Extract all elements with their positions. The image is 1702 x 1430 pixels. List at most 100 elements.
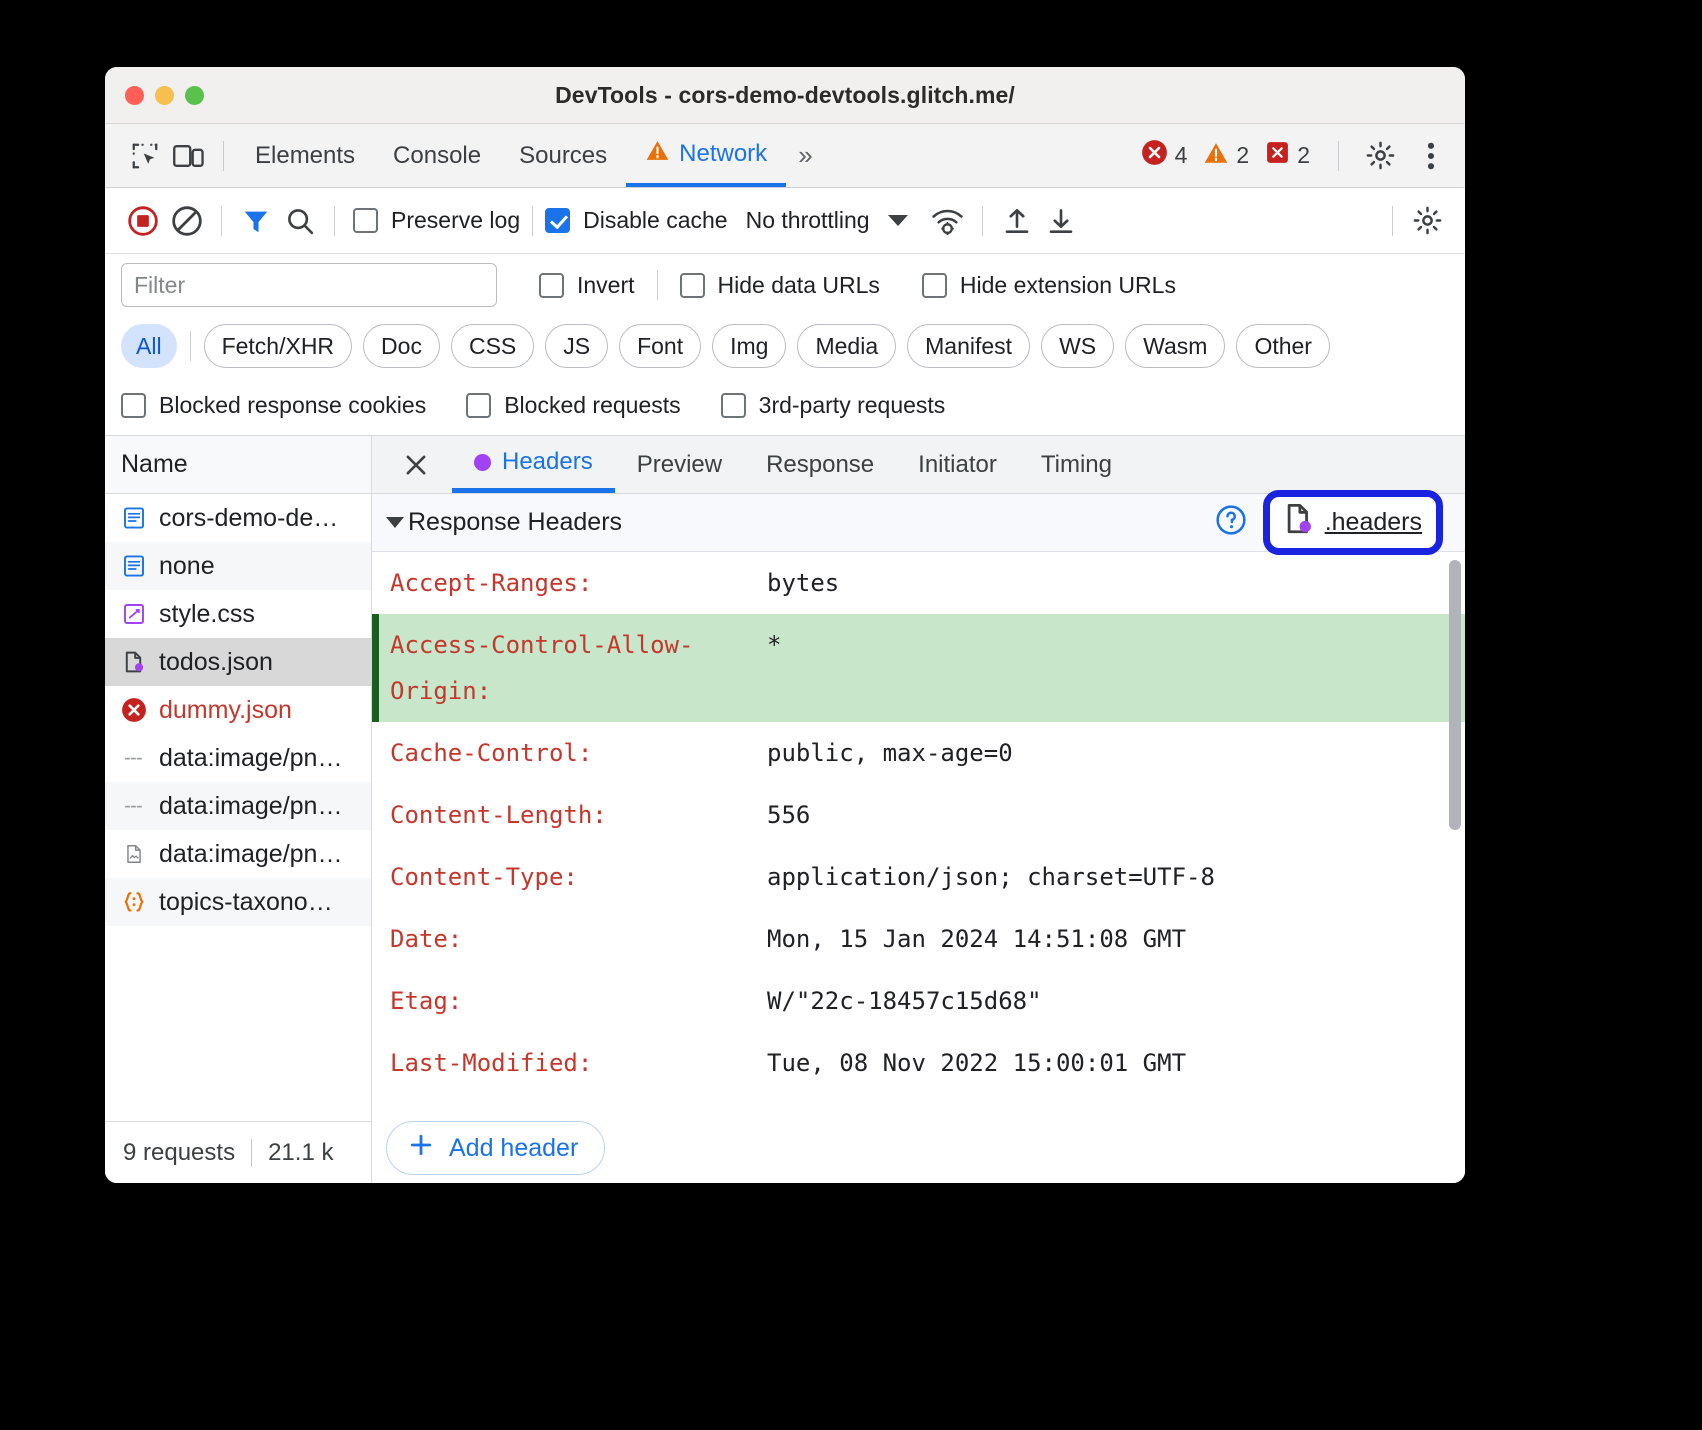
help-circle-icon[interactable] — [1215, 504, 1247, 541]
table-row[interactable]: Date: Mon, 15 Jan 2024 14:51:08 GMT — [372, 908, 1465, 970]
disable-cache-checkbox[interactable]: Disable cache — [545, 207, 727, 234]
tab-timing[interactable]: Timing — [1019, 436, 1134, 493]
header-value[interactable]: Mon, 15 Jan 2024 14:51:08 GMT — [767, 916, 1465, 962]
tab-headers[interactable]: Headers — [452, 436, 615, 493]
third-party-requests-checkbox[interactable]: 3rd-party requests — [721, 392, 946, 419]
headers-override-file-button[interactable]: .headers — [1263, 490, 1443, 555]
tab-sources-label: Sources — [519, 142, 607, 170]
warning-counter[interactable]: 2 — [1203, 141, 1249, 171]
type-filter-img[interactable]: Img — [712, 324, 786, 368]
minimize-window-button[interactable] — [155, 86, 174, 105]
tab-response[interactable]: Response — [744, 436, 896, 493]
tab-console[interactable]: Console — [374, 124, 500, 187]
list-item-label: cors-demo-de… — [159, 504, 338, 533]
issue-counter[interactable]: 2 — [1265, 140, 1310, 171]
header-value[interactable]: bytes — [767, 560, 1465, 606]
toolbar-divider — [334, 206, 335, 236]
list-item[interactable]: data:image/pn… — [105, 782, 371, 830]
hide-extension-urls-checkbox[interactable]: Hide extension URLs — [922, 272, 1176, 299]
header-value[interactable]: W/"22c-18457c15d68" — [767, 978, 1465, 1024]
filter-funnel-icon[interactable] — [234, 199, 278, 243]
chevron-down-icon[interactable] — [888, 215, 908, 226]
response-headers-title-group[interactable]: Response Headers — [386, 508, 622, 537]
tab-sources[interactable]: Sources — [500, 124, 626, 187]
header-name: Etag: — [372, 978, 767, 1024]
type-filter-doc[interactable]: Doc — [363, 324, 440, 368]
invert-label: Invert — [577, 272, 635, 299]
close-icon[interactable] — [394, 443, 438, 487]
blocked-response-cookies-checkbox[interactable]: Blocked response cookies — [121, 392, 426, 419]
header-value[interactable]: * — [767, 622, 1465, 668]
filter-row: Invert Hide data URLs Hide extension URL… — [105, 254, 1465, 316]
table-row[interactable]: Accept-Ranges: bytes — [372, 552, 1465, 614]
more-tabs-button[interactable]: » — [786, 140, 821, 171]
error-counter[interactable]: 4 — [1141, 139, 1188, 172]
table-row[interactable]: Content-Type: application/json; charset=… — [372, 846, 1465, 908]
tab-preview[interactable]: Preview — [615, 436, 744, 493]
error-circle-icon — [1141, 139, 1168, 172]
preserve-log-checkbox[interactable]: Preserve log — [353, 207, 520, 234]
throttling-select[interactable]: No throttling — [746, 207, 870, 234]
hide-extension-urls-label: Hide extension URLs — [960, 272, 1176, 299]
list-item[interactable]: style.css — [105, 590, 371, 638]
list-item-label: topics-taxono… — [159, 888, 333, 917]
type-filter-media[interactable]: Media — [797, 324, 896, 368]
table-row[interactable]: Etag: W/"22c-18457c15d68" — [372, 970, 1465, 1032]
table-row[interactable]: Cache-Control: public, max-age=0 — [372, 722, 1465, 784]
type-filter-all[interactable]: All — [121, 324, 177, 368]
clear-icon[interactable] — [165, 199, 209, 243]
download-har-icon[interactable] — [1039, 199, 1083, 243]
blocked-filters-row: Blocked response cookies Blocked request… — [105, 376, 1465, 436]
kebab-menu-icon[interactable] — [1409, 134, 1453, 178]
type-filter-ws[interactable]: WS — [1041, 324, 1114, 368]
type-filter-font[interactable]: Font — [619, 324, 701, 368]
gear-icon[interactable] — [1358, 134, 1402, 178]
list-item[interactable]: topics-taxono… — [105, 878, 371, 926]
list-item[interactable]: none — [105, 542, 371, 590]
header-value[interactable]: Express — [767, 1102, 1465, 1113]
list-item[interactable]: cors-demo-de… — [105, 494, 371, 542]
type-filter-other[interactable]: Other — [1236, 324, 1330, 368]
gear-icon[interactable] — [1405, 199, 1449, 243]
wifi-settings-icon[interactable] — [926, 199, 970, 243]
list-item-label: style.css — [159, 600, 255, 629]
table-row[interactable]: Access-Control-Allow-Origin: * — [372, 614, 1465, 722]
device-toolbar-icon[interactable] — [167, 134, 211, 178]
tab-elements[interactable]: Elements — [236, 124, 374, 187]
table-row[interactable]: Last-Modified: Tue, 08 Nov 2022 15:00:01… — [372, 1032, 1465, 1094]
header-value[interactable]: 556 — [767, 792, 1465, 838]
header-value[interactable]: public, max-age=0 — [767, 730, 1465, 776]
search-icon[interactable] — [278, 199, 322, 243]
filter-input[interactable] — [121, 263, 497, 307]
record-stop-icon[interactable] — [121, 199, 165, 243]
hide-data-urls-checkbox[interactable]: Hide data URLs — [680, 272, 880, 299]
list-item[interactable]: todos.json — [105, 638, 371, 686]
add-header-button[interactable]: Add header — [386, 1121, 605, 1175]
table-row[interactable]: Content-Length: 556 — [372, 784, 1465, 846]
vertical-scrollbar[interactable] — [1449, 560, 1461, 830]
type-filter-manifest[interactable]: Manifest — [907, 324, 1030, 368]
header-name: Last-Modified: — [372, 1040, 767, 1086]
tab-initiator[interactable]: Initiator — [896, 436, 1019, 493]
request-list-column-header[interactable]: Name — [105, 436, 371, 494]
list-item[interactable]: data:image/pn… — [105, 830, 371, 878]
header-value[interactable]: Tue, 08 Nov 2022 15:00:01 GMT — [767, 1040, 1465, 1086]
header-value[interactable]: application/json; charset=UTF-8 — [767, 854, 1465, 900]
inspect-element-icon[interactable] — [123, 134, 167, 178]
type-filter-js[interactable]: JS — [545, 324, 608, 368]
maximize-window-button[interactable] — [185, 86, 204, 105]
blocked-requests-checkbox[interactable]: Blocked requests — [466, 392, 680, 419]
close-window-button[interactable] — [125, 86, 144, 105]
list-item[interactable]: dummy.json — [105, 686, 371, 734]
list-item[interactable]: data:image/pn… — [105, 734, 371, 782]
type-filter-css[interactable]: CSS — [451, 324, 534, 368]
caret-down-icon[interactable] — [386, 517, 404, 528]
upload-har-icon[interactable] — [995, 199, 1039, 243]
warning-triangle-icon — [1203, 141, 1229, 171]
invert-checkbox[interactable]: Invert — [539, 272, 635, 299]
table-row[interactable]: X-Powered-By: Express — [372, 1094, 1465, 1113]
type-filter-fetch-xhr[interactable]: Fetch/XHR — [204, 324, 352, 368]
tab-network[interactable]: Network — [626, 124, 786, 187]
override-dot-icon — [474, 454, 491, 471]
type-filter-wasm[interactable]: Wasm — [1125, 324, 1225, 368]
